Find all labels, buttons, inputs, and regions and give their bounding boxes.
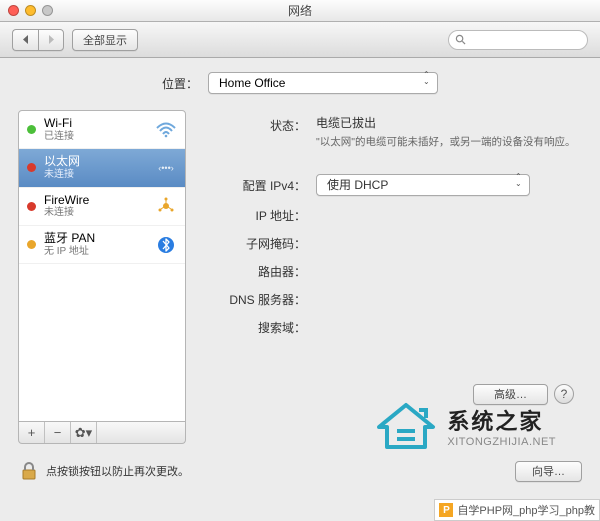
status-dot-icon [27,125,36,134]
details-pane: 状态： 电缆已拔出 "以太网"的电缆可能未插好，或另一端的设备没有响应。 配置 … [200,110,582,444]
sidebar-item-wifi[interactable]: Wi-Fi已连接 [19,111,185,149]
add-button[interactable]: + [19,422,45,443]
sidebar-item-bluetooth[interactable]: 蓝牙 PAN无 IP 地址 [19,226,185,264]
search-input[interactable] [448,30,588,50]
status-label: 状态： [202,114,316,134]
status-value: 电缆已拔出 [316,114,580,131]
ip-label: IP 地址： [202,204,316,224]
location-label: 位置： [162,75,198,92]
toolbar: 全部显示 [0,22,600,58]
bluetooth-icon [155,236,177,254]
status-hint: "以太网"的电缆可能未插好，或另一端的设备没有响应。 [316,135,580,150]
titlebar: 网络 [0,0,600,22]
dns-label: DNS 服务器： [202,288,316,308]
advanced-button[interactable]: 高级… [473,384,548,405]
footer: 点按锁按钮以防止再次更改。 向导… [0,460,600,482]
status-dot-icon [27,163,36,172]
search-domain-label: 搜索域： [202,316,316,336]
source-badge: P 自学PHP网_php学习_php教 [434,499,600,521]
interface-list: Wi-Fi已连接 以太网未连接 ‹•••› FireWire未连接 蓝牙 PAN… [18,110,186,422]
search-icon [455,34,466,45]
nav-segment [12,29,64,51]
assistant-button[interactable]: 向导… [515,461,582,482]
sidebar-item-firewire[interactable]: FireWire未连接 [19,188,185,226]
svg-text:‹•••›: ‹•••› [158,163,173,173]
status-dot-icon [27,240,36,249]
help-button[interactable]: ? [554,384,574,404]
firewire-icon [155,197,177,215]
gear-icon: ✿▾ [75,425,92,441]
subnet-label: 子网掩码： [202,232,316,252]
show-all-button[interactable]: 全部显示 [72,29,138,51]
ethernet-icon: ‹•••› [155,159,177,177]
status-dot-icon [27,202,36,211]
sidebar: Wi-Fi已连接 以太网未连接 ‹•••› FireWire未连接 蓝牙 PAN… [18,110,186,444]
lock-icon[interactable] [18,460,40,482]
action-menu-button[interactable]: ✿▾ [71,422,97,443]
remove-button[interactable]: − [45,422,71,443]
ipv4-label: 配置 IPv4： [202,174,316,194]
p-icon: P [439,503,453,517]
sidebar-footer: + − ✿▾ [18,422,186,444]
router-label: 路由器： [202,260,316,280]
ipv4-select[interactable]: 使用 DHCP [316,174,530,196]
forward-button[interactable] [38,29,64,51]
sidebar-item-ethernet[interactable]: 以太网未连接 ‹•••› [19,149,185,187]
lock-text: 点按锁按钮以防止再次更改。 [46,463,509,479]
location-select[interactable]: Home Office [208,72,438,94]
location-row: 位置： Home Office [18,72,582,94]
window-title: 网络 [0,2,600,19]
back-button[interactable] [12,29,38,51]
wifi-icon [155,121,177,139]
